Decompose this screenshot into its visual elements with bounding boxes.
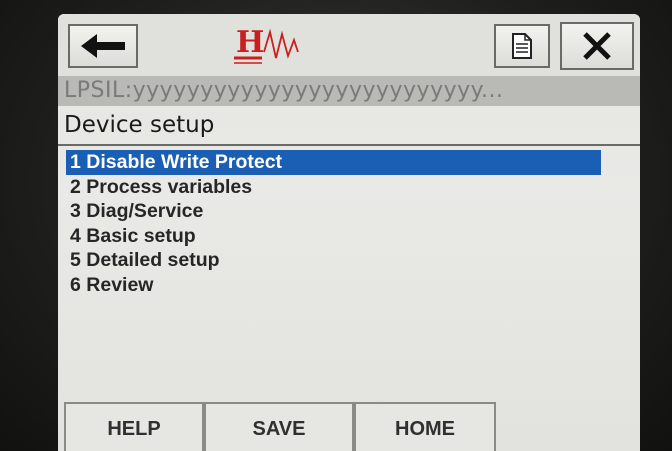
menu-item-disable-write-protect[interactable]: 1 Disable Write Protect [66,150,601,175]
menu-item-detailed-setup[interactable]: 5 Detailed setup [66,248,606,273]
help-button[interactable]: HELP [64,402,204,451]
menu-list: 1 Disable Write Protect 2 Process variab… [66,150,606,297]
menu-item-process-variables[interactable]: 2 Process variables [66,175,606,200]
logo-letter: H [236,25,264,60]
device-screen: H LPSIL:yyyyyyyyyyyyyyyyyyyyyyyyyy... De… [58,14,640,451]
title-divider [58,144,640,146]
device-tag-line: LPSIL:yyyyyyyyyyyyyyyyyyyyyyyyyy... [58,76,640,106]
back-button[interactable] [68,24,138,68]
softkey-bar: HELP SAVE HOME [58,402,640,451]
close-icon [583,32,611,60]
save-button[interactable]: SAVE [204,402,354,451]
menu-item-diag-service[interactable]: 3 Diag/Service [66,199,606,224]
menu-item-basic-setup[interactable]: 4 Basic setup [66,224,606,249]
close-button[interactable] [560,22,634,70]
top-toolbar: H [58,14,640,76]
left-arrow-icon [81,34,125,58]
document-icon [512,33,532,59]
document-button[interactable] [494,24,550,68]
page-title: Device setup [64,112,215,138]
menu-item-review[interactable]: 6 Review [66,273,606,298]
home-button[interactable]: HOME [354,402,496,451]
hart-logo: H [232,22,322,72]
